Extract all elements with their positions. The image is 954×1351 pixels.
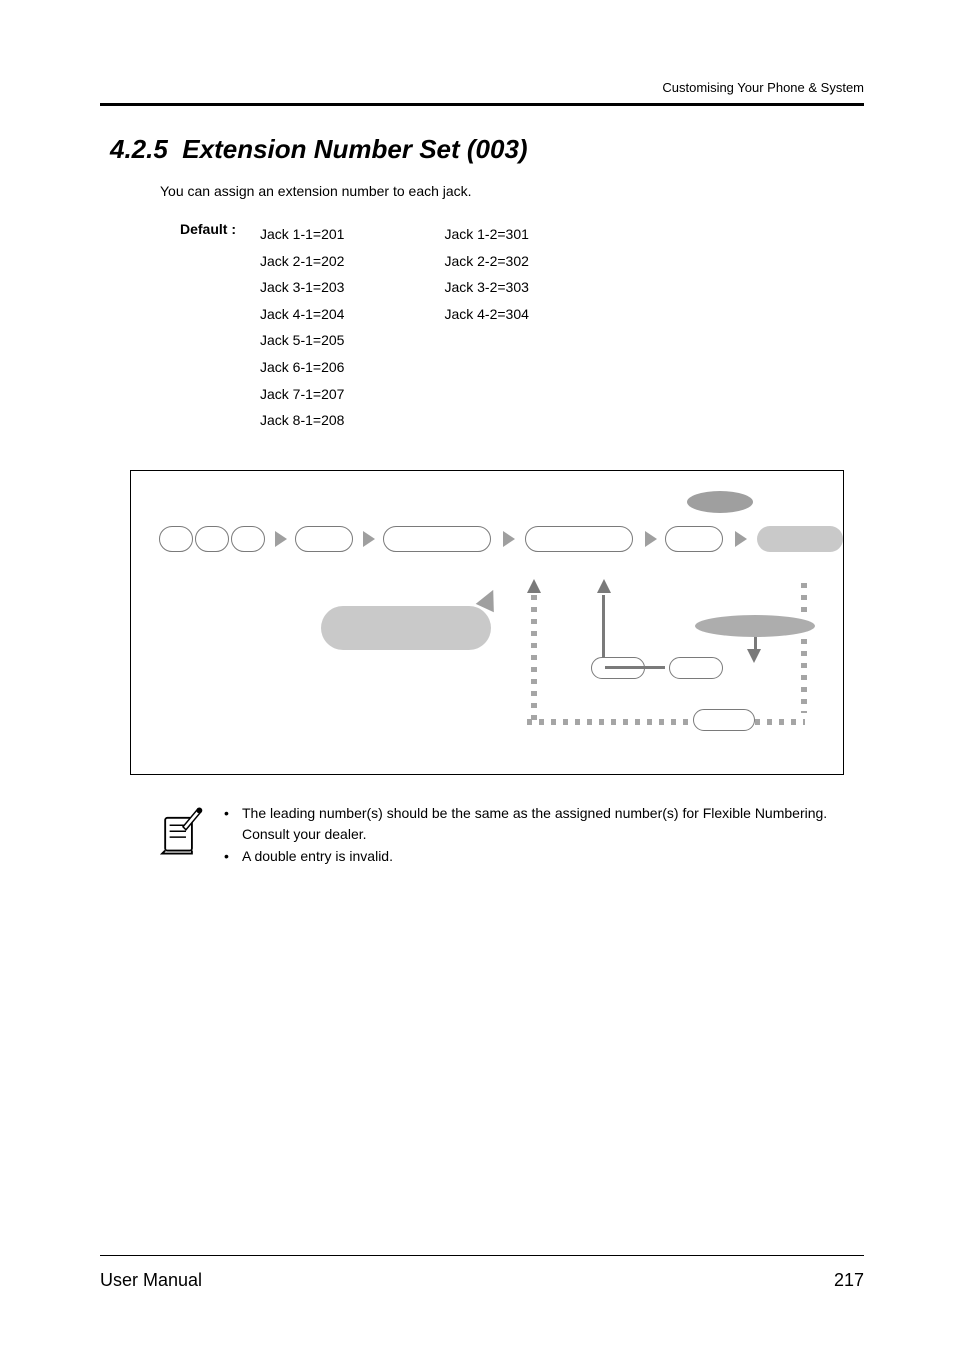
key-shape xyxy=(231,526,265,552)
section-number: 4.2.5 xyxy=(110,134,168,164)
arrow-right-icon xyxy=(363,531,375,547)
procedure-diagram xyxy=(130,470,844,775)
key-shape xyxy=(383,526,491,552)
default-item: Jack 2-1=202 xyxy=(260,248,344,275)
default-item: Jack 8-1=208 xyxy=(260,407,344,434)
dotted-line-vertical xyxy=(801,639,807,713)
note-text: A double entry is invalid. xyxy=(242,846,393,868)
default-item: Jack 4-2=304 xyxy=(444,301,528,328)
up-arrow-icon xyxy=(527,579,541,593)
bullet-icon: • xyxy=(224,803,230,846)
page-number: 217 xyxy=(834,1270,864,1291)
key-shape xyxy=(665,526,723,552)
key-shape xyxy=(757,526,843,552)
key-shape xyxy=(669,657,723,679)
key-shape xyxy=(159,526,193,552)
key-shape xyxy=(693,709,755,731)
key-shape-large xyxy=(321,606,491,650)
notes-block: • The leading number(s) should be the sa… xyxy=(160,803,864,868)
key-shape xyxy=(295,526,353,552)
note-item: • The leading number(s) should be the sa… xyxy=(224,803,864,846)
header-rule xyxy=(100,103,864,106)
note-item: • A double entry is invalid. xyxy=(224,846,864,868)
default-item: Jack 2-2=302 xyxy=(444,248,528,275)
bullet-icon: • xyxy=(224,846,230,868)
arrow-right-icon xyxy=(275,531,287,547)
header-breadcrumb: Customising Your Phone & System xyxy=(100,80,864,95)
defaults-col-1: Jack 1-1=201 Jack 2-1=202 Jack 3-1=203 J… xyxy=(260,221,344,434)
default-item: Jack 6-1=206 xyxy=(260,354,344,381)
defaults-block: Default : Jack 1-1=201 Jack 2-1=202 Jack… xyxy=(180,221,864,434)
default-item: Jack 7-1=207 xyxy=(260,381,344,408)
default-item: Jack 1-2=301 xyxy=(444,221,528,248)
defaults-label: Default : xyxy=(180,221,260,434)
footer-title: User Manual xyxy=(100,1270,202,1291)
key-shape xyxy=(195,526,229,552)
defaults-col-2: Jack 1-2=301 Jack 2-2=302 Jack 3-2=303 J… xyxy=(444,221,528,434)
section-title-text: Extension Number Set (003) xyxy=(182,134,527,164)
dotted-line-vertical xyxy=(801,583,807,613)
arrow-right-icon xyxy=(645,531,657,547)
section-intro: You can assign an extension number to ea… xyxy=(160,183,864,199)
notes-list: • The leading number(s) should be the sa… xyxy=(224,803,864,868)
ellipse-shape xyxy=(695,615,815,637)
ellipse-shape xyxy=(687,491,753,513)
note-text: The leading number(s) should be the same… xyxy=(242,803,864,846)
h-line xyxy=(605,666,665,669)
default-item: Jack 1-1=201 xyxy=(260,221,344,248)
key-shape xyxy=(525,526,633,552)
arrow-right-icon xyxy=(735,531,747,547)
up-arrow-icon xyxy=(597,579,611,593)
note-pencil-icon xyxy=(160,803,206,868)
section-heading: 4.2.5 Extension Number Set (003) xyxy=(110,134,864,165)
arrow-right-icon xyxy=(503,531,515,547)
footer-rule xyxy=(100,1255,864,1256)
dotted-line-vertical xyxy=(531,595,537,725)
default-item: Jack 3-1=203 xyxy=(260,274,344,301)
dotted-line-horizontal xyxy=(527,719,693,725)
page-footer: User Manual 217 xyxy=(100,1255,864,1291)
default-item: Jack 4-1=204 xyxy=(260,301,344,328)
dotted-line-horizontal xyxy=(755,719,805,725)
down-arrow-icon xyxy=(747,649,761,663)
default-item: Jack 3-2=303 xyxy=(444,274,528,301)
vertical-line xyxy=(602,595,605,661)
default-item: Jack 5-1=205 xyxy=(260,327,344,354)
